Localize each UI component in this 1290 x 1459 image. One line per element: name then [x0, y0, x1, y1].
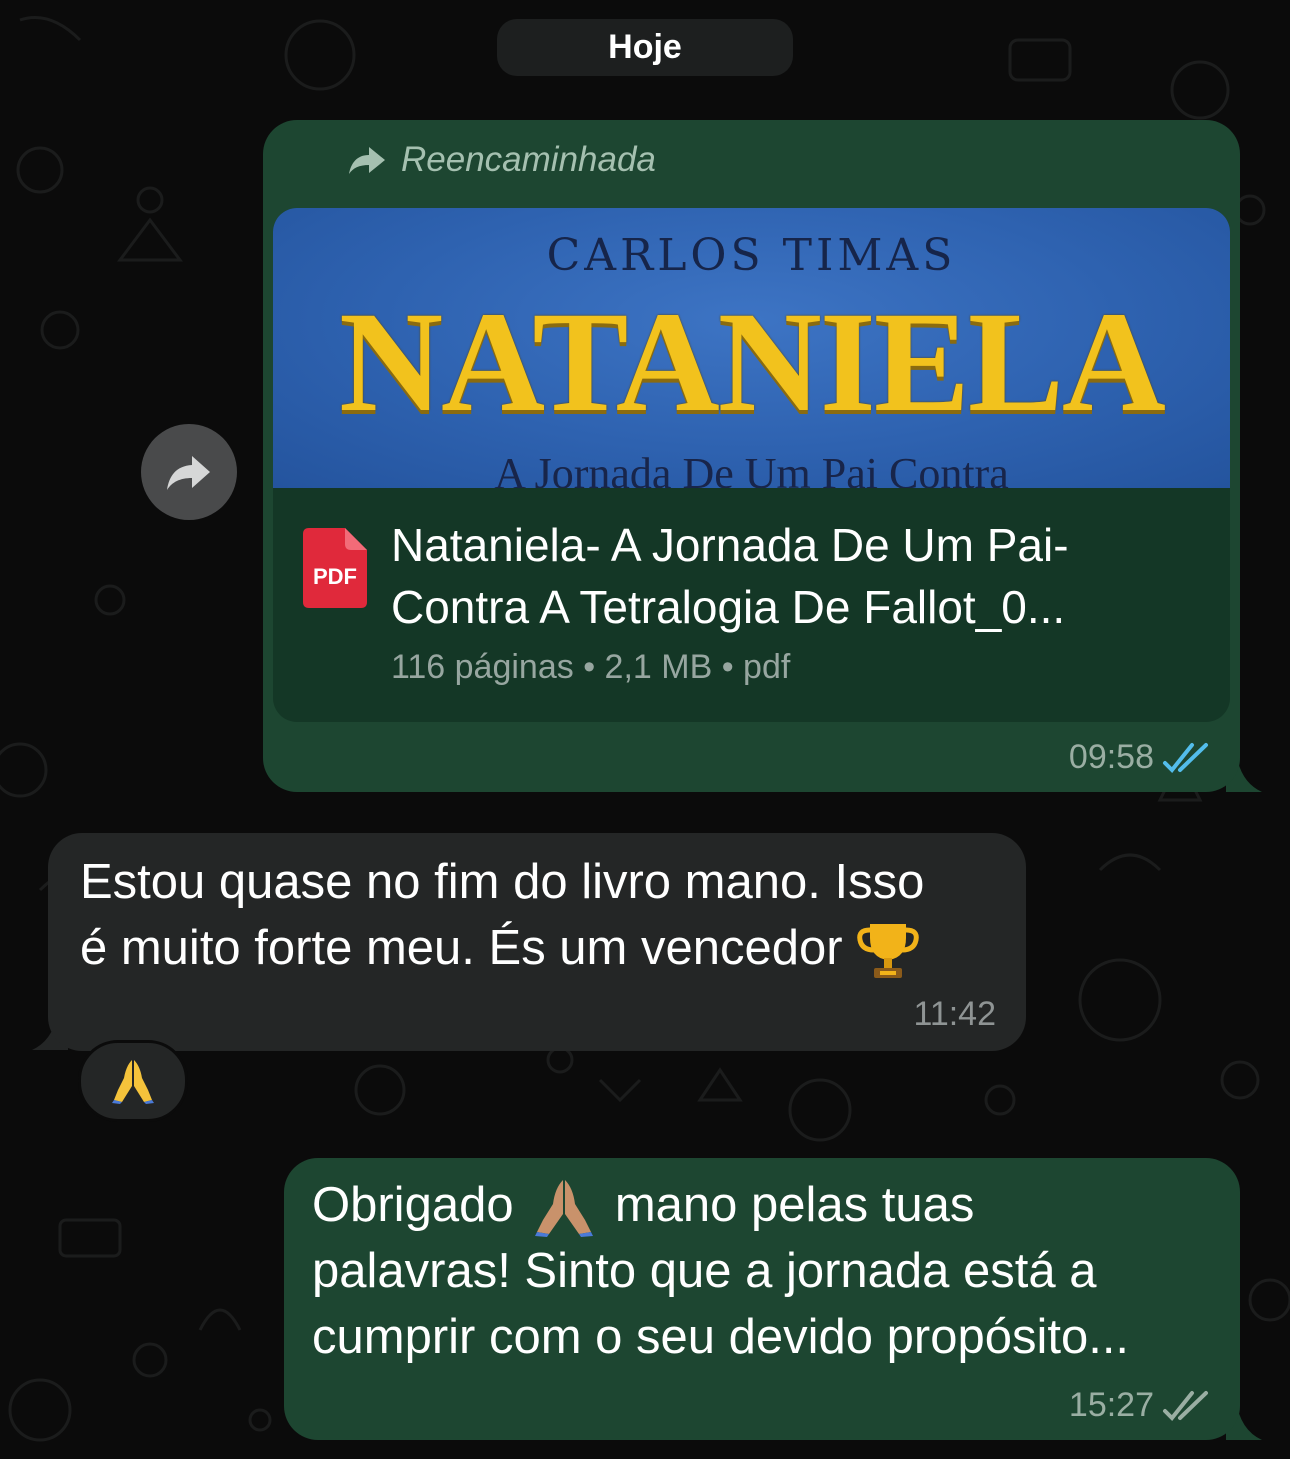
- forwarded-icon: [349, 147, 385, 174]
- trophy-icon: [857, 924, 919, 979]
- message-outgoing[interactable]: Obrigado mano pelas tuas palavras! Sinto…: [284, 1158, 1240, 1440]
- message-text: Estou quase no fim do livro mano. Isso é…: [80, 849, 924, 982]
- cover-subtitle: A Jornada De Um Pai Contra: [494, 449, 1009, 488]
- folded-hands-icon: [535, 1180, 594, 1238]
- document-name: Nataniela- A Jornada De Um Pai- Contra A…: [391, 514, 1211, 638]
- forwarded-text: Reencaminhada: [401, 140, 656, 179]
- document-meta: 116 páginas • 2,1 MB • pdf: [391, 648, 791, 686]
- cover-author: CARLOS TIMAS: [546, 230, 957, 281]
- message-meta: 11:42: [913, 995, 996, 1034]
- document-card[interactable]: CARLOS TIMAS NATANIELA A Jornada De Um P…: [273, 208, 1230, 722]
- message-text: Obrigado mano pelas tuas palavras! Sinto…: [312, 1172, 1129, 1370]
- folded-hands-icon: [112, 1060, 154, 1104]
- message-text-line3: cumprir com o seu devido propósito...: [312, 1310, 1130, 1365]
- forward-button[interactable]: [141, 424, 237, 520]
- message-meta: 15:27: [1069, 1386, 1212, 1425]
- message-time: 09:58: [1068, 738, 1154, 776]
- pdf-icon-label: PDF: [313, 564, 357, 589]
- forward-arrow-icon: [167, 456, 210, 490]
- cover-title: NATANIELA: [339, 283, 1166, 442]
- message-time: 11:42: [913, 995, 996, 1033]
- reaction-badge[interactable]: [78, 1040, 188, 1122]
- document-preview[interactable]: CARLOS TIMAS NATANIELA A Jornada De Um P…: [273, 208, 1230, 488]
- document-name-line1: Nataniela- A Jornada De Um Pai-: [391, 519, 1069, 571]
- document-name-line2: Contra A Tetralogia De Fallot_0...: [391, 581, 1066, 633]
- pdf-icon: PDF: [303, 528, 367, 608]
- message-text-line2: palavras! Sinto que a jornada está a: [312, 1244, 1097, 1299]
- message-text-line1: Obrigado mano pelas tuas: [312, 1172, 1129, 1238]
- double-check-read-icon: [1163, 742, 1208, 773]
- message-text-line2: é muito forte meu. És um vencedor: [80, 915, 924, 982]
- double-check-delivered-icon: [1163, 1390, 1208, 1421]
- message-meta: 09:58: [1069, 738, 1212, 777]
- message-time: 15:27: [1068, 1386, 1154, 1424]
- message-incoming[interactable]: Estou quase no fim do livro mano. Isso é…: [48, 833, 1026, 1051]
- forwarded-label: Reencaminhada: [347, 140, 656, 180]
- date-separator: Hoje: [497, 19, 793, 76]
- message-text-line1: Estou quase no fim do livro mano. Isso: [80, 855, 925, 909]
- message-forwarded-document[interactable]: Reencaminhada CARLOS TIMAS NATANIELA A J…: [263, 120, 1240, 792]
